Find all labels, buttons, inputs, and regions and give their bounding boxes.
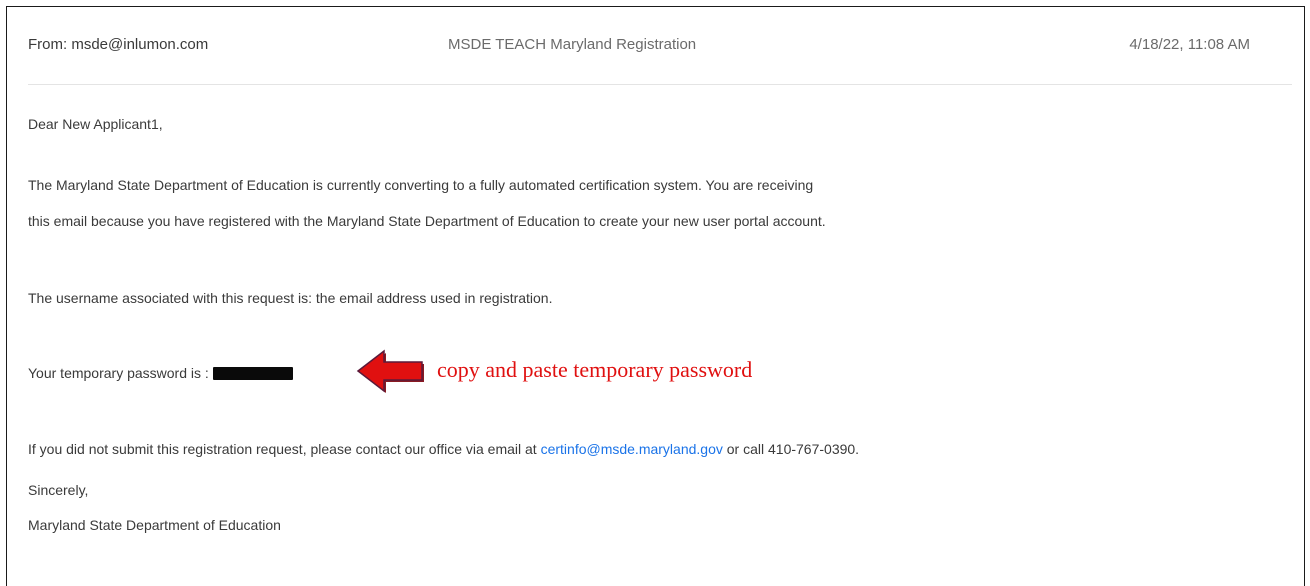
email-signature: Maryland State Department of Education [28, 517, 281, 533]
contact-email-link[interactable]: certinfo@msde.maryland.gov [541, 441, 723, 457]
email-subject: MSDE TEACH Maryland Registration [448, 36, 697, 53]
email-contact-line: If you did not submit this registration … [28, 441, 859, 457]
email-from: From: msde@inlumon.com [28, 36, 209, 53]
email-username-line: The username associated with this reques… [28, 290, 553, 306]
email-closing: Sincerely, [28, 482, 89, 498]
contact-suffix: or call 410-767-0390. [722, 441, 860, 457]
password-label: Your temporary password is : [28, 365, 209, 381]
email-header: From: msde@inlumon.com MSDE TEACH Maryla… [28, 28, 1292, 85]
email-date: 4/18/22, 11:08 AM [1129, 36, 1250, 53]
annotation-text: copy and paste temporary password [437, 357, 753, 382]
email-paragraph-line-2: this email because you have registered w… [28, 213, 826, 229]
contact-prefix: If you did not submit this registration … [28, 441, 541, 457]
email-greeting: Dear New Applicant1, [28, 116, 163, 132]
redacted-password[interactable] [212, 367, 293, 380]
email-password-line: Your temporary password is : [28, 365, 293, 381]
red-left-arrow-icon [356, 349, 424, 393]
email-paragraph-line-1: The Maryland State Department of Educati… [28, 177, 814, 193]
